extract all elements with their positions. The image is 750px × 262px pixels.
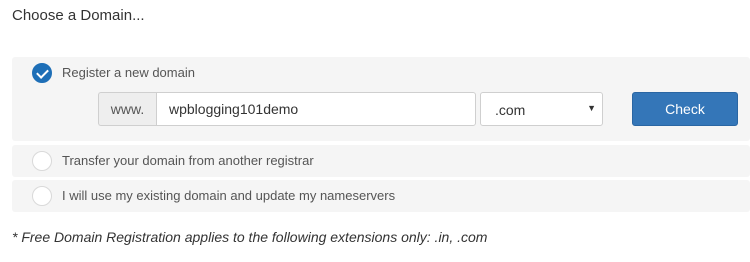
tld-selected-value: .com [495, 102, 526, 118]
footnote: * Free Domain Registration applies to th… [12, 229, 488, 245]
chevron-down-icon: ▼ [587, 103, 596, 113]
tld-select[interactable]: .com ▼ [480, 92, 603, 126]
www-prefix: www. [98, 92, 156, 126]
radio-transfer[interactable] [32, 151, 52, 171]
domain-name-input[interactable] [156, 92, 476, 126]
option-transfer-domain[interactable]: Transfer your domain from another regist… [12, 145, 750, 177]
option-label-register: Register a new domain [62, 65, 195, 80]
option-label-existing: I will use my existing domain and update… [62, 188, 396, 203]
radio-register-check-icon[interactable] [32, 63, 52, 83]
page-title: Choose a Domain... [12, 7, 145, 24]
option-label-transfer: Transfer your domain from another regist… [62, 153, 314, 168]
radio-existing[interactable] [32, 186, 52, 206]
check-button[interactable]: Check [632, 92, 738, 126]
option-existing-domain[interactable]: I will use my existing domain and update… [12, 180, 750, 212]
option-register-new-domain[interactable]: Register a new domain www. .com ▼ Check [12, 57, 750, 141]
